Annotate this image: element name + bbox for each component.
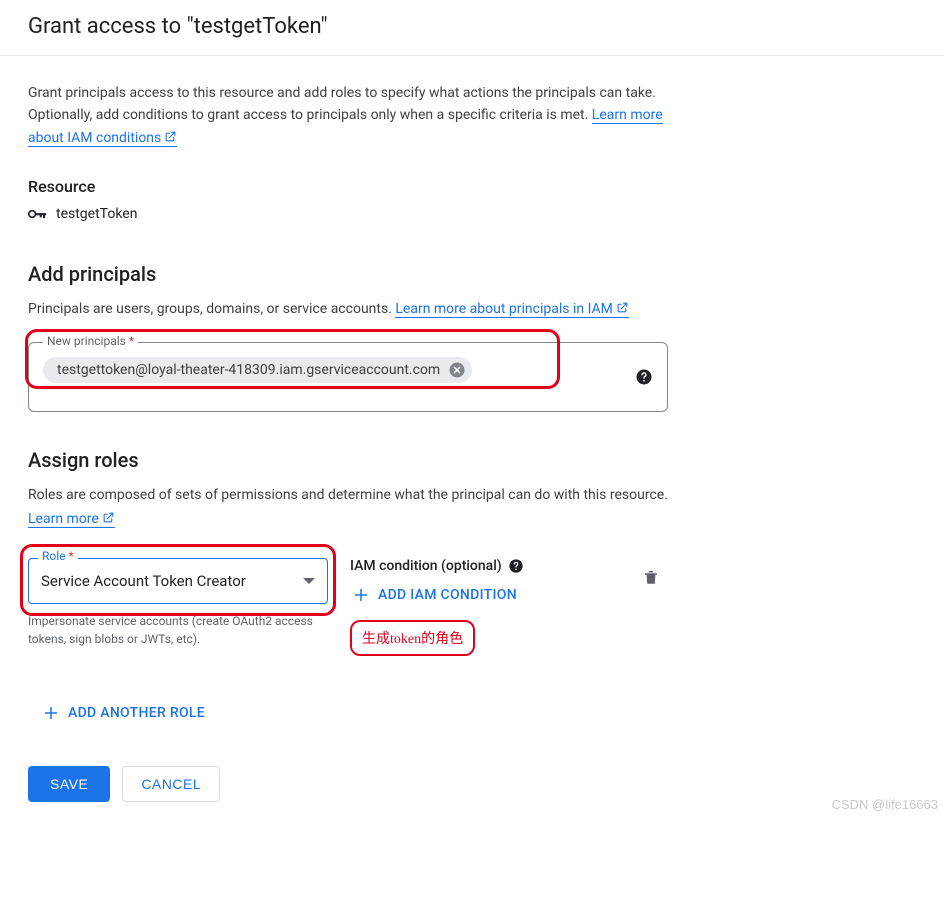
role-hint: Impersonate service accounts (create OAu… — [28, 612, 318, 648]
roles-link-text: Learn more — [28, 511, 99, 527]
role-select[interactable]: Service Account Token Creator — [28, 558, 328, 604]
principal-chip[interactable]: testgettoken@loyal-theater-418309.iam.gs… — [43, 357, 472, 383]
roles-desc-text: Roles are composed of sets of permission… — [28, 487, 668, 503]
add-principals-heading: Add principals — [28, 262, 916, 286]
plus-icon — [42, 704, 60, 722]
dropdown-arrow-icon — [303, 578, 315, 584]
resource-name: testgetToken — [56, 206, 137, 222]
remove-chip-icon[interactable] — [448, 361, 466, 379]
add-another-role-button[interactable]: ADD ANOTHER ROLE — [40, 700, 207, 726]
add-iam-condition-button[interactable]: ADD IAM CONDITION — [350, 582, 519, 608]
role-select-value: Service Account Token Creator — [41, 572, 246, 590]
dialog-title: Grant access to "testgetToken" — [28, 14, 916, 39]
principals-desc-text: Principals are users, groups, domains, o… — [28, 301, 395, 317]
external-link-icon — [616, 301, 629, 314]
user-annotation: 生成token的角色 — [350, 620, 475, 656]
help-icon[interactable] — [635, 368, 653, 386]
footer-buttons: SAVE CANCEL — [28, 766, 916, 802]
assign-roles-heading: Assign roles — [28, 448, 916, 472]
role-row: Role * Service Account Token Creator Imp… — [28, 558, 668, 656]
condition-label-row: IAM condition (optional) — [350, 558, 524, 574]
principals-link[interactable]: Learn more about principals in IAM — [395, 301, 628, 318]
delete-role-column — [642, 558, 660, 590]
plus-icon — [352, 586, 370, 604]
role-select-column: Role * Service Account Token Creator Imp… — [28, 558, 328, 648]
condition-label: IAM condition (optional) — [350, 558, 502, 574]
dialog-content: Grant principals access to this resource… — [0, 56, 944, 818]
help-icon[interactable] — [508, 558, 524, 574]
new-principals-label: New principals * — [43, 334, 138, 348]
role-float-label: Role * — [38, 549, 78, 563]
roles-learn-more-link[interactable]: Learn more — [28, 511, 115, 528]
external-link-icon — [102, 511, 115, 524]
external-link-icon — [164, 130, 177, 143]
resource-row: testgetToken — [28, 206, 916, 222]
intro-body: Grant principals access to this resource… — [28, 85, 656, 123]
resource-heading: Resource — [28, 177, 916, 196]
principals-desc: Principals are users, groups, domains, o… — [28, 298, 688, 322]
intro-text: Grant principals access to this resource… — [28, 82, 668, 149]
roles-desc: Roles are composed of sets of permission… — [28, 484, 688, 532]
trash-icon[interactable] — [642, 568, 660, 586]
service-account-icon — [28, 207, 48, 221]
dialog-header: Grant access to "testgetToken" — [0, 0, 944, 56]
principal-chip-text: testgettoken@loyal-theater-418309.iam.gs… — [57, 362, 440, 378]
add-iam-condition-label: ADD IAM CONDITION — [378, 587, 517, 603]
principals-link-text: Learn more about principals in IAM — [395, 301, 612, 317]
save-button[interactable]: SAVE — [28, 766, 110, 802]
add-another-role-label: ADD ANOTHER ROLE — [68, 705, 205, 721]
cancel-button[interactable]: CANCEL — [122, 766, 220, 802]
new-principals-field[interactable]: New principals * testgettoken@loyal-thea… — [28, 342, 668, 412]
condition-column: IAM condition (optional) ADD IAM CONDITI… — [350, 558, 524, 656]
